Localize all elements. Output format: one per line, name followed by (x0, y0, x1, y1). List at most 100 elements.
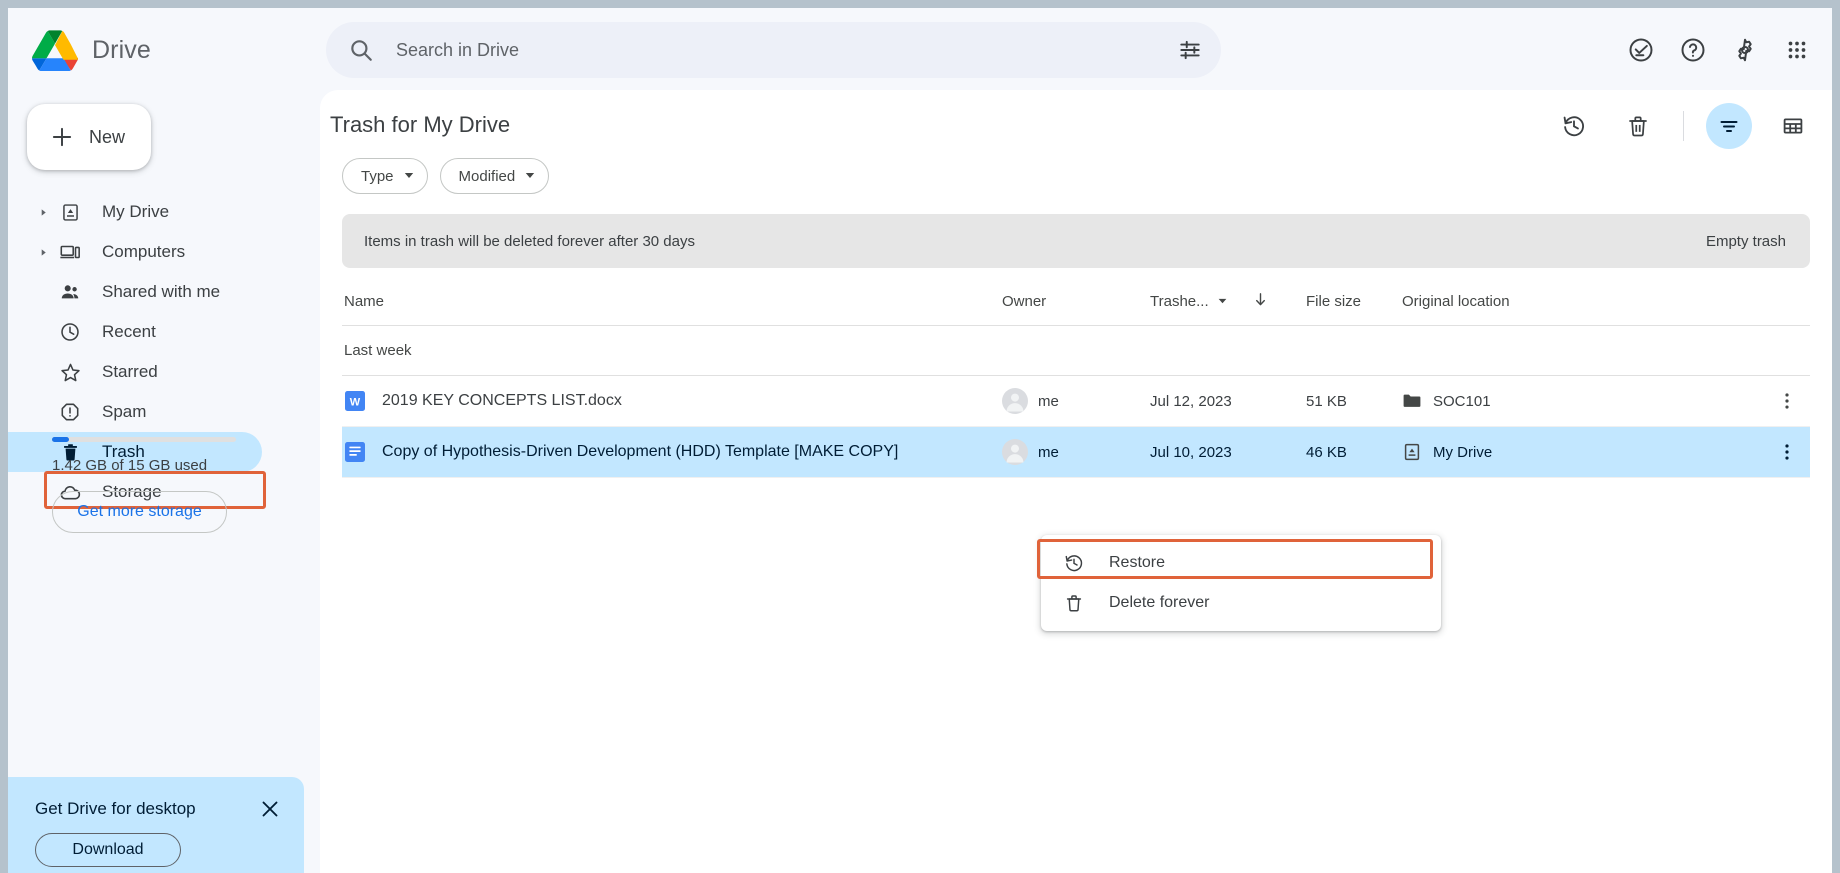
context-menu-label: Delete forever (1109, 594, 1210, 611)
gear-icon[interactable] (1730, 35, 1760, 65)
file-owner: me (1038, 443, 1059, 461)
filter-chips: Type Modified (342, 158, 550, 194)
header-actions (1551, 102, 1816, 150)
file-owner: me (1038, 392, 1059, 410)
google-drive-logo-icon (32, 29, 79, 72)
new-button[interactable]: New (27, 104, 151, 170)
row-more-options-icon[interactable] (1774, 388, 1800, 414)
sidebar-item-label: Computers (102, 242, 186, 261)
context-menu-item-delete-forever[interactable]: Delete forever (1041, 583, 1441, 623)
file-name-cell[interactable]: W 2019 KEY CONCEPTS LIST.docx (342, 390, 1002, 412)
sidebar-item-label: My Drive (102, 202, 170, 221)
drive-app-window: Drive Search in Drive New My Drive Compu… (8, 8, 1832, 873)
desktop-promo-title: Get Drive for desktop (35, 799, 196, 818)
new-button-label: New (89, 126, 126, 147)
sidebar-item-recent[interactable]: Recent (8, 312, 308, 352)
column-header-owner[interactable]: Owner (1002, 293, 1150, 310)
google-doc-icon (344, 441, 366, 463)
sidebar: New My Drive Computers Shared with me Re… (8, 92, 320, 873)
context-menu-label: Restore (1109, 554, 1166, 571)
desktop-promo-panel: Get Drive for desktop Download (8, 777, 304, 873)
file-name-cell[interactable]: Copy of Hypothesis-Driven Development (H… (342, 441, 1002, 463)
search-bar[interactable] (326, 22, 1221, 78)
main-content: Trash for My Drive Type Modified Items i… (320, 90, 1832, 873)
storage-used-text: 1.42 GB of 15 GB used (52, 457, 208, 474)
brand-name: Drive (92, 35, 151, 64)
banner-text: Items in trash will be deleted forever a… (364, 232, 695, 250)
empty-trash-button[interactable]: Empty trash (1706, 233, 1786, 250)
avatar (1002, 388, 1028, 414)
apps-grid-icon[interactable] (1782, 35, 1812, 65)
table-header-row: Name Owner Trashe... File size Original … (342, 278, 1810, 326)
table-row[interactable]: W 2019 KEY CONCEPTS LIST.docx me Jul 12,… (342, 376, 1810, 427)
sidebar-item-computers[interactable]: Computers (8, 232, 308, 272)
svg-text:W: W (350, 396, 361, 408)
file-original-location: SOC101 (1433, 392, 1491, 410)
column-header-file-size[interactable]: File size (1306, 293, 1402, 310)
help-icon[interactable] (1678, 35, 1708, 65)
row-more-options-icon[interactable] (1774, 439, 1800, 465)
column-header-original-location[interactable]: Original location (1402, 293, 1702, 310)
search-icon (348, 37, 374, 63)
search-input[interactable] (374, 39, 1177, 61)
trash-retention-banner: Items in trash will be deleted forever a… (342, 214, 1810, 268)
close-icon[interactable] (258, 797, 282, 821)
restore-history-icon[interactable] (1551, 103, 1597, 149)
page-title: Trash for My Drive (330, 112, 511, 137)
file-trashed-date: Jul 12, 2023 (1150, 392, 1232, 410)
header-divider (1683, 111, 1684, 141)
download-button[interactable]: Download (35, 833, 181, 867)
my-drive-icon (58, 200, 82, 224)
column-header-name[interactable]: Name (342, 293, 1002, 310)
group-header-last-week: Last week (342, 326, 1810, 376)
sidebar-item-label: Spam (102, 402, 147, 421)
filter-chip-type[interactable]: Type (342, 158, 428, 194)
avatar (1002, 439, 1028, 465)
file-location-cell[interactable]: SOC101 (1402, 391, 1702, 411)
sidebar-item-spam[interactable]: Spam (8, 392, 308, 432)
sidebar-item-label: Starred (102, 362, 158, 381)
sidebar-item-my-drive[interactable]: My Drive (8, 192, 308, 232)
file-name: 2019 KEY CONCEPTS LIST.docx (382, 392, 622, 409)
context-menu: Restore Delete forever (1041, 535, 1441, 631)
chevron-down-icon (403, 168, 415, 185)
people-icon (58, 280, 82, 304)
tune-icon[interactable] (1177, 37, 1203, 63)
file-location-cell[interactable]: My Drive (1402, 442, 1702, 462)
empty-trash-icon[interactable] (1615, 103, 1661, 149)
file-size: 51 KB (1306, 392, 1347, 410)
arrow-down-icon[interactable] (1252, 291, 1269, 312)
sidebar-item-shared-with-me[interactable]: Shared with me (8, 272, 308, 312)
restore-icon (1063, 552, 1085, 574)
caret-down-icon[interactable] (1217, 293, 1228, 310)
file-table: Name Owner Trashe... File size Original … (342, 278, 1810, 478)
sidebar-item-starred[interactable]: Starred (8, 352, 308, 392)
file-size: 46 KB (1306, 443, 1347, 461)
my-drive-icon (1402, 442, 1422, 462)
main-header: Trash for My Drive (320, 90, 1832, 160)
folder-icon (1402, 391, 1422, 411)
filter-chip-label: Type (361, 167, 394, 185)
word-doc-icon: W (344, 390, 366, 412)
trash-icon (1063, 592, 1085, 614)
column-header-trashed-label: Trashe... (1150, 293, 1209, 310)
filter-chip-label: Modified (458, 167, 516, 185)
chevron-right-icon[interactable] (36, 205, 50, 219)
plus-icon (49, 124, 75, 150)
grid-view-icon[interactable] (1770, 103, 1816, 149)
clock-icon (58, 320, 82, 344)
file-owner-cell: me (1002, 439, 1150, 465)
file-trashed-date: Jul 10, 2023 (1150, 443, 1232, 461)
get-more-storage-button[interactable]: Get more storage (52, 491, 227, 533)
brand[interactable]: Drive (8, 29, 320, 72)
file-original-location: My Drive (1433, 443, 1493, 461)
chevron-down-icon (524, 168, 536, 185)
chevron-right-icon[interactable] (36, 245, 50, 259)
spam-icon (58, 400, 82, 424)
table-row[interactable]: Copy of Hypothesis-Driven Development (H… (342, 427, 1810, 478)
context-menu-item-restore[interactable]: Restore (1041, 543, 1441, 583)
activity-icon[interactable] (1626, 35, 1656, 65)
list-view-icon[interactable] (1706, 103, 1752, 149)
column-header-trashed[interactable]: Trashe... (1150, 291, 1306, 312)
filter-chip-modified[interactable]: Modified (439, 158, 550, 194)
